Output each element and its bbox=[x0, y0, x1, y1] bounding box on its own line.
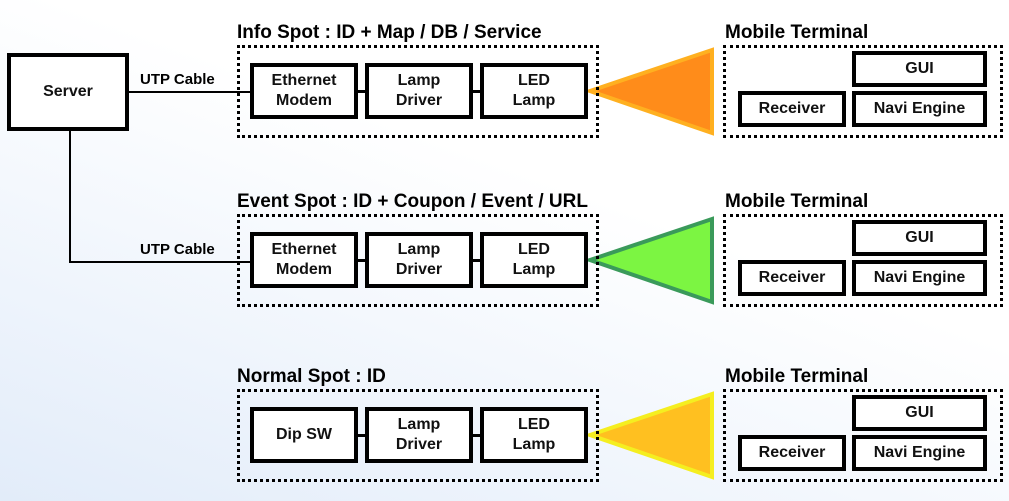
component-link bbox=[473, 434, 480, 437]
gui-box: GUI bbox=[852, 51, 987, 87]
spot-component: LED Lamp bbox=[480, 63, 588, 119]
spot-component: Lamp Driver bbox=[365, 407, 473, 463]
spot-component: Dip SW bbox=[250, 407, 358, 463]
receiver-box: Receiver bbox=[738, 435, 846, 471]
navi-engine-box: Navi Engine bbox=[852, 435, 987, 471]
spot-component: Lamp Driver bbox=[365, 232, 473, 288]
navi-engine-box: Navi Engine bbox=[852, 260, 987, 296]
component-link bbox=[473, 259, 480, 262]
light-beam bbox=[583, 391, 714, 480]
spot-title: Event Spot : ID + Coupon / Event / URL bbox=[237, 191, 588, 212]
component-link bbox=[358, 90, 365, 93]
terminal-title: Mobile Terminal bbox=[725, 191, 869, 212]
spot-component: LED Lamp bbox=[480, 407, 588, 463]
spot-component: Ethernet Modem bbox=[250, 232, 358, 288]
gui-box: GUI bbox=[852, 220, 987, 256]
light-beam bbox=[583, 216, 714, 305]
navi-engine-box: Navi Engine bbox=[852, 91, 987, 127]
light-beam bbox=[583, 47, 714, 136]
component-link bbox=[358, 259, 365, 262]
spot-component: Lamp Driver bbox=[365, 63, 473, 119]
gui-box: GUI bbox=[852, 395, 987, 431]
spot-component: LED Lamp bbox=[480, 232, 588, 288]
component-link bbox=[473, 90, 480, 93]
terminal-title: Mobile Terminal bbox=[725, 22, 869, 43]
spot-component: Ethernet Modem bbox=[250, 63, 358, 119]
terminal-title: Mobile Terminal bbox=[725, 366, 869, 387]
spot-title: Info Spot : ID + Map / DB / Service bbox=[237, 22, 542, 43]
spot-title: Normal Spot : ID bbox=[237, 366, 386, 387]
receiver-box: Receiver bbox=[738, 91, 846, 127]
receiver-box: Receiver bbox=[738, 260, 846, 296]
component-link bbox=[358, 434, 365, 437]
